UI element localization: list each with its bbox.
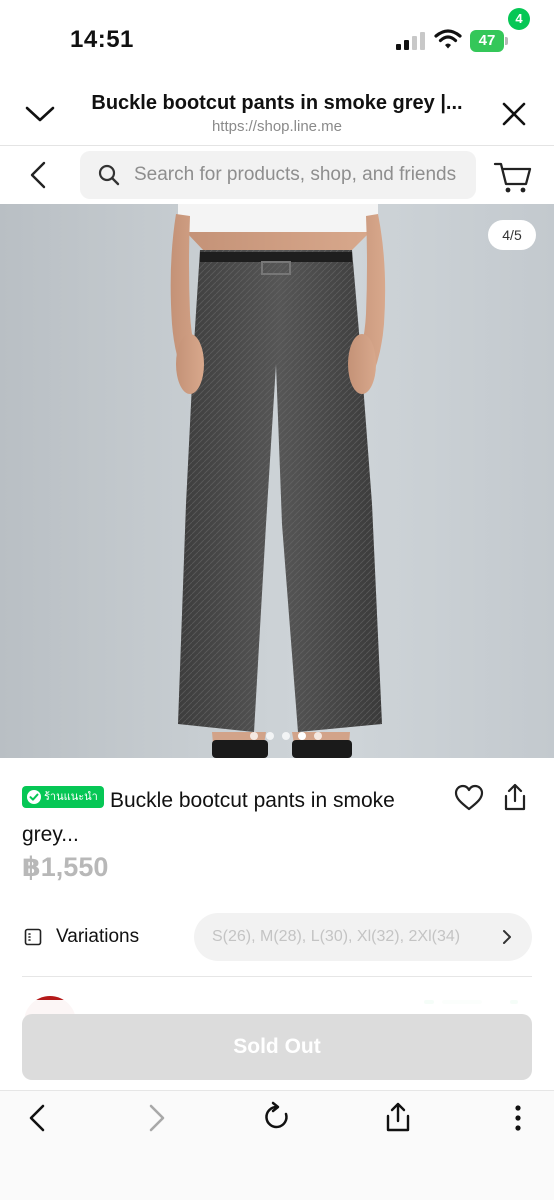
reload-icon[interactable] [262,1101,292,1133]
image-counter: 4/5 [488,220,536,250]
close-icon[interactable] [500,100,528,128]
back-icon[interactable] [26,1103,48,1133]
share-icon[interactable] [384,1101,412,1133]
forward-icon[interactable] [146,1103,168,1133]
heart-icon[interactable] [454,784,484,812]
image-pagination-dots[interactable] [250,732,330,742]
status-time: 14:51 [70,26,134,53]
product-price: ฿1,550 [22,852,109,882]
battery-indicator: 47 [470,30,508,52]
pagination-dot[interactable] [314,732,322,740]
back-arrow-icon[interactable] [26,160,50,190]
variations-row[interactable]: Variations S(26), M(28), L(30), Xl(32), … [0,910,554,964]
chevron-down-icon[interactable] [24,100,56,126]
section-divider [22,976,532,977]
cart-count-badge: 4 [508,8,530,30]
search-input[interactable] [134,151,474,199]
pagination-dot[interactable] [250,732,258,740]
pagination-dot[interactable] [282,732,290,740]
sold-out-button[interactable]: Sold Out [22,1014,532,1080]
variations-selector[interactable]: S(26), M(28), L(30), Xl(32), 2Xl(34) [194,913,532,961]
recommended-shop-badge: ร้านแนะนำ [22,786,104,808]
cart-icon[interactable] [492,154,536,198]
browser-header: Buckle bootcut pants in smoke grey |... … [0,80,554,146]
variations-list-icon [24,928,42,946]
chevron-right-icon [503,930,511,944]
search-row [0,146,554,204]
status-bar: 14:51 47 [0,0,554,80]
product-image[interactable] [0,204,554,758]
page-title: Buckle bootcut pants in smoke grey |... [91,92,463,114]
battery-tip [505,37,508,45]
variations-label: Variations [56,926,140,947]
pagination-dot-active[interactable] [298,732,306,740]
search-icon [98,164,120,186]
browser-toolbar [0,1090,554,1200]
search-box[interactable] [80,151,476,199]
more-icon[interactable] [512,1103,524,1133]
product-photo-illustration [170,204,386,758]
verified-check-icon [27,790,41,804]
badge-label: ร้านแนะนำ [44,791,98,803]
variation-options: S(26), M(28), L(30), Xl(32), 2Xl(34) [212,928,461,945]
pagination-dot[interactable] [266,732,274,740]
page-url: https://shop.line.me [211,118,343,135]
battery-level: 47 [478,32,496,49]
share-icon[interactable] [502,782,528,812]
cellular-signal-icon [396,32,425,50]
wifi-icon [434,29,462,49]
